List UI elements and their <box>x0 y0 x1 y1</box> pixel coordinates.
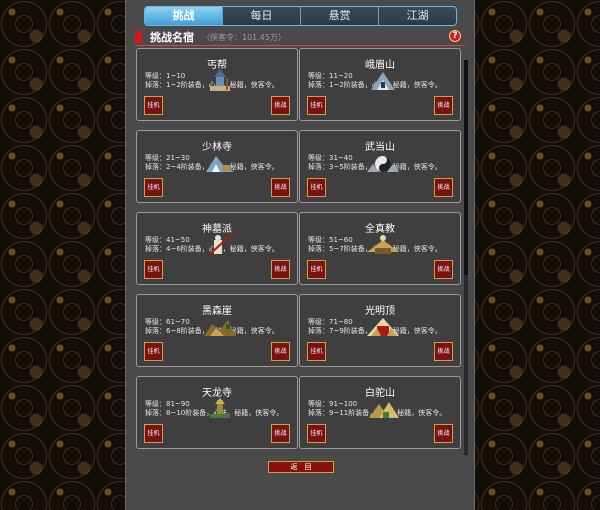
tianlong-sect-icon <box>202 396 238 422</box>
idle-button[interactable]: 挂机 <box>307 178 326 197</box>
wudang-sect-icon <box>365 150 401 176</box>
emei-sect-icon <box>365 68 401 94</box>
beggar-sect-icon <box>202 68 238 94</box>
tab-daily[interactable]: 每日 <box>223 7 301 25</box>
help-icon[interactable]: ? <box>449 30 461 42</box>
sect-card: 天龙寺 等级：81~90 掉落：8~10阶装备，心法，秘籍，侠客令。 挂机 挑战 <box>136 376 298 449</box>
idle-button[interactable]: 挂机 <box>307 342 326 361</box>
idle-button[interactable]: 挂机 <box>307 424 326 443</box>
sect-card: 丐帮 等级：1~10 掉落：1~2阶装备，心法，秘籍，侠客令。 挂机 挑战 <box>136 48 298 121</box>
challenge-button[interactable]: 挑战 <box>434 342 453 361</box>
section-marker <box>135 31 142 43</box>
sect-card: 黑森崖等级：61~70掉落：6~8阶装备，心法，秘籍，侠客令。挂机挑战 <box>136 294 298 367</box>
tab-bounty[interactable]: 悬赏 <box>301 7 379 25</box>
sect-card: 神墓派 等级：41~50 掉落：4~6阶装备，心法，秘籍，侠客令。 挂机 挑战 <box>136 212 298 285</box>
cliff-sect-icon <box>202 314 238 340</box>
sect-card: 峨眉山等级：11~20掉落：1~2阶装备，心法，秘籍，侠客令。挂机挑战 <box>299 48 461 121</box>
sect-grid: 丐帮 等级：1~10 掉落：1~2阶装备，心法，秘籍，侠客令。 挂机 挑战 峨眉山 等级：1… <box>135 48 465 453</box>
idle-button[interactable]: 挂机 <box>307 96 326 115</box>
challenge-button[interactable]: 挑战 <box>434 96 453 115</box>
idle-button[interactable]: 挂机 <box>307 260 326 279</box>
header-divider <box>135 45 465 46</box>
idle-button[interactable]: 挂机 <box>144 260 163 279</box>
sect-card: 武当山等级：31~40掉落：3~5阶装备，心法，秘籍，侠客令。挂机挑战 <box>299 130 461 203</box>
tomb-sect-icon <box>202 232 238 258</box>
quanzhen-sect-icon <box>365 232 401 258</box>
challenge-button[interactable]: 挑战 <box>271 260 290 279</box>
idle-button[interactable]: 挂机 <box>144 178 163 197</box>
section-header: 挑战名宿 （侠客令：101.45万） ? <box>135 30 465 44</box>
challenge-button[interactable]: 挑战 <box>434 424 453 443</box>
section-title: 挑战名宿 <box>150 31 194 44</box>
scrollbar-thumb[interactable] <box>464 60 468 275</box>
challenge-panel: 挑战 每日 悬赏 江湖 挑战名宿 （侠客令：101.45万） ? 丐帮 等级：1~… <box>125 0 475 510</box>
token-count: （侠客令：101.45万） <box>202 32 286 42</box>
scrollbar[interactable] <box>464 60 468 455</box>
idle-button[interactable]: 挂机 <box>144 424 163 443</box>
tab-jianghu[interactable]: 江湖 <box>379 7 456 25</box>
bright-sect-icon <box>365 314 401 340</box>
shaolin-sect-icon <box>202 150 238 176</box>
idle-button[interactable]: 挂机 <box>144 342 163 361</box>
challenge-button[interactable]: 挑战 <box>434 260 453 279</box>
challenge-button[interactable]: 挑战 <box>434 178 453 197</box>
challenge-button[interactable]: 挑战 <box>271 96 290 115</box>
challenge-button[interactable]: 挑战 <box>271 342 290 361</box>
sect-card: 白驼山等级：91~100掉落：9~11阶装备，心法，秘籍，侠客令。挂机挑战 <box>299 376 461 449</box>
tab-challenge[interactable]: 挑战 <box>145 7 223 25</box>
baituo-sect-icon <box>365 396 401 422</box>
idle-button[interactable]: 挂机 <box>144 96 163 115</box>
challenge-button[interactable]: 挑战 <box>271 424 290 443</box>
sect-card: 少林寺等级：21~30掉落：2~4阶装备，心法，秘籍，侠客令。挂机挑战 <box>136 130 298 203</box>
tab-bar: 挑战 每日 悬赏 江湖 <box>144 6 457 26</box>
back-button[interactable]: 返 回 <box>268 461 334 473</box>
sect-card: 全真教等级：51~60掉落：5~7阶装备，心法，秘籍，侠客令。挂机挑战 <box>299 212 461 285</box>
challenge-button[interactable]: 挑战 <box>271 178 290 197</box>
sect-card: 光明顶等级：71~80掉落：7~9阶装备，心法，秘籍，侠客令。挂机挑战 <box>299 294 461 367</box>
